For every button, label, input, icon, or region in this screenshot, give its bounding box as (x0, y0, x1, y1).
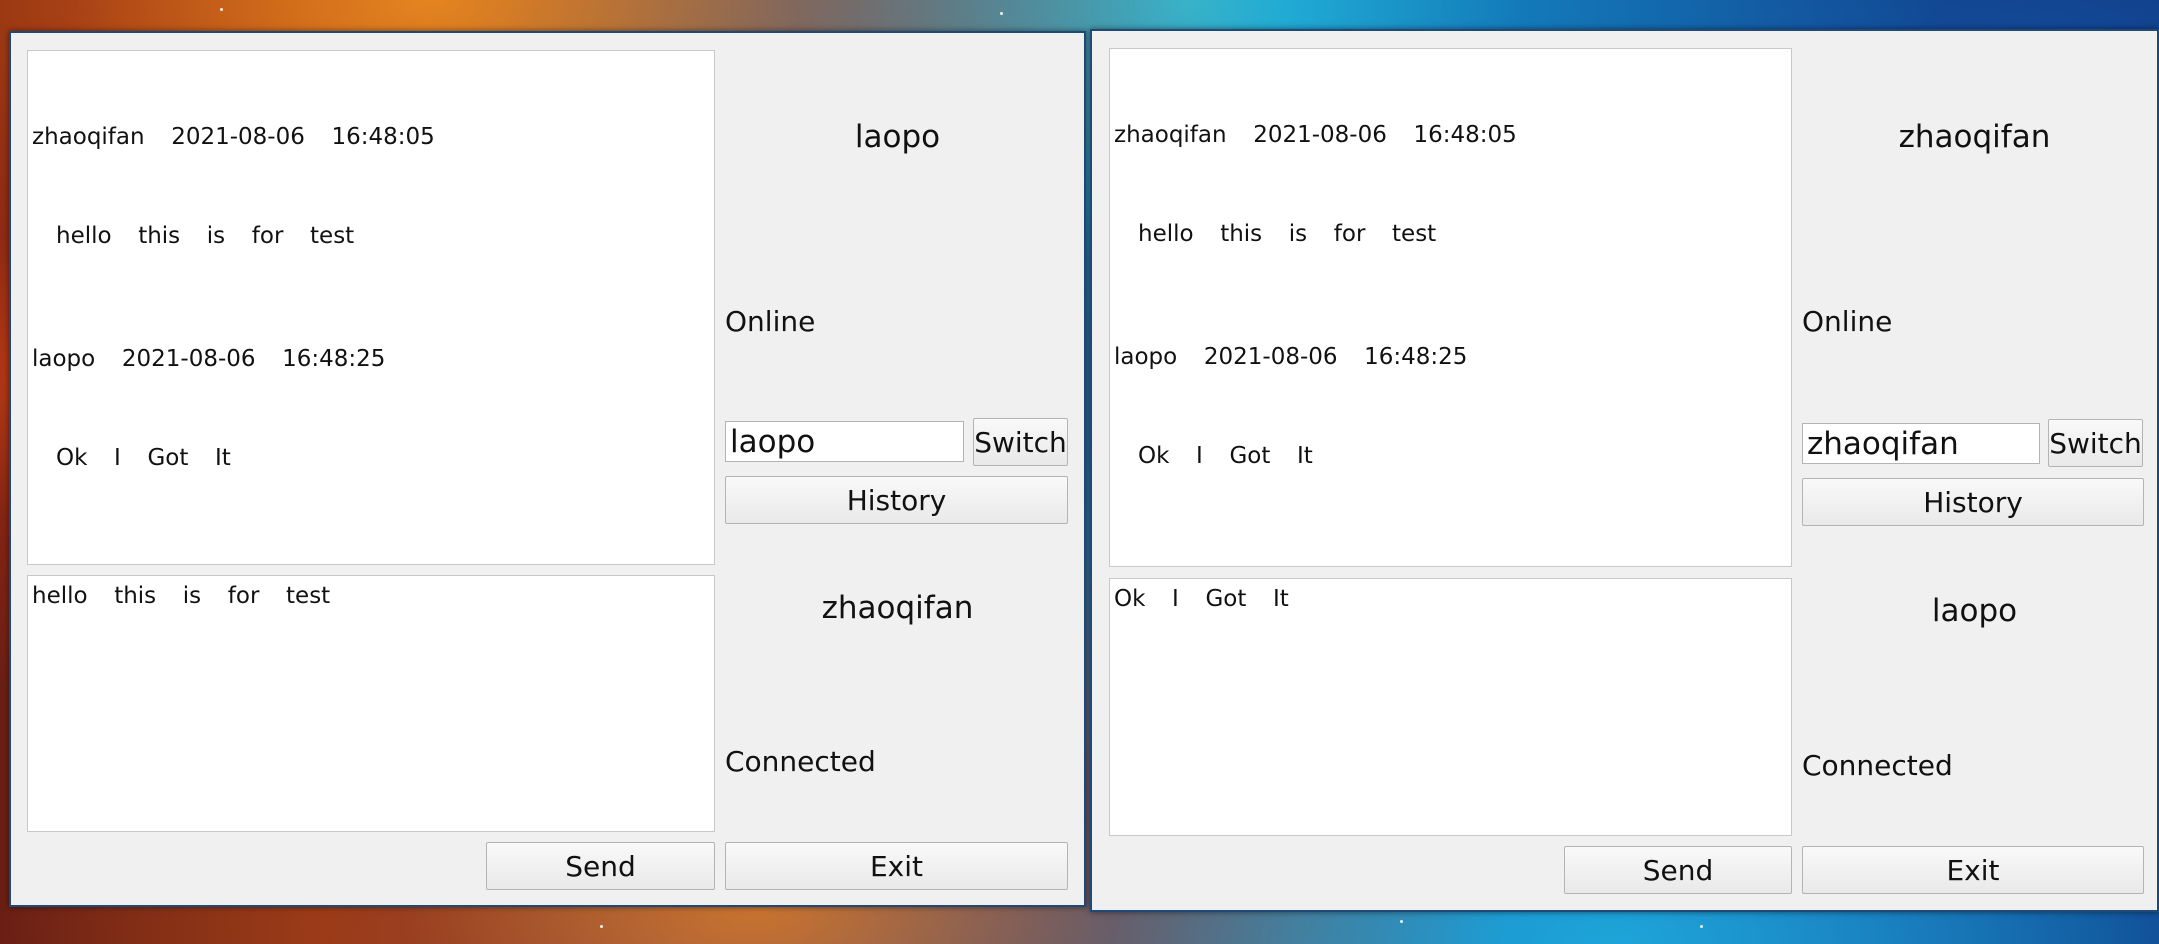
peer-name: zhaoqifan (1898, 119, 2051, 155)
background-star (1000, 12, 1003, 15)
history-button[interactable]: History (1802, 478, 2144, 526)
send-button[interactable]: Send (1564, 846, 1792, 894)
switch-user-input[interactable] (1802, 423, 2040, 464)
connection-status: Connected (1802, 749, 1953, 782)
exit-button[interactable]: Exit (1802, 846, 2144, 894)
chat-message-text: hello this is for test (1138, 221, 1437, 247)
chat-message-header: laopo 2021-08-06 16:48:25 (32, 346, 386, 372)
switch-user-input[interactable] (725, 421, 964, 462)
peer-status: Online (725, 305, 816, 338)
background-star (1400, 920, 1403, 923)
background-star (600, 925, 603, 928)
message-input[interactable]: hello this is for test (27, 575, 715, 832)
background-star (220, 8, 223, 11)
chat-log[interactable]: zhaoqifan 2021-08-06 16:48:05 hello this… (1109, 48, 1792, 567)
chat-message-text: Ok I Got It (1138, 443, 1313, 469)
send-button[interactable]: Send (486, 842, 715, 890)
chat-message-text: Ok I Got It (56, 445, 231, 471)
message-input[interactable]: Ok I Got It (1109, 578, 1792, 836)
self-name: laopo (1931, 593, 2018, 629)
self-name: zhaoqifan (821, 590, 974, 626)
switch-button[interactable]: Switch (973, 418, 1068, 466)
history-button[interactable]: History (725, 476, 1068, 524)
peer-name: laopo (854, 119, 941, 155)
exit-button[interactable]: Exit (725, 842, 1068, 890)
connection-status: Connected (725, 745, 876, 778)
chat-log[interactable]: zhaoqifan 2021-08-06 16:48:05 hello this… (27, 50, 715, 565)
chat-window-left: zhaoqifan 2021-08-06 16:48:05 hello this… (9, 31, 1086, 907)
chat-message-header: zhaoqifan 2021-08-06 16:48:05 (1114, 122, 1517, 148)
switch-button[interactable]: Switch (2048, 419, 2143, 467)
peer-status: Online (1802, 305, 1893, 338)
background-star (1700, 925, 1703, 928)
chat-message-header: zhaoqifan 2021-08-06 16:48:05 (32, 124, 435, 150)
chat-message-header: laopo 2021-08-06 16:48:25 (1114, 344, 1468, 370)
chat-message-text: hello this is for test (56, 223, 355, 249)
chat-window-right: zhaoqifan 2021-08-06 16:48:05 hello this… (1090, 29, 2159, 912)
